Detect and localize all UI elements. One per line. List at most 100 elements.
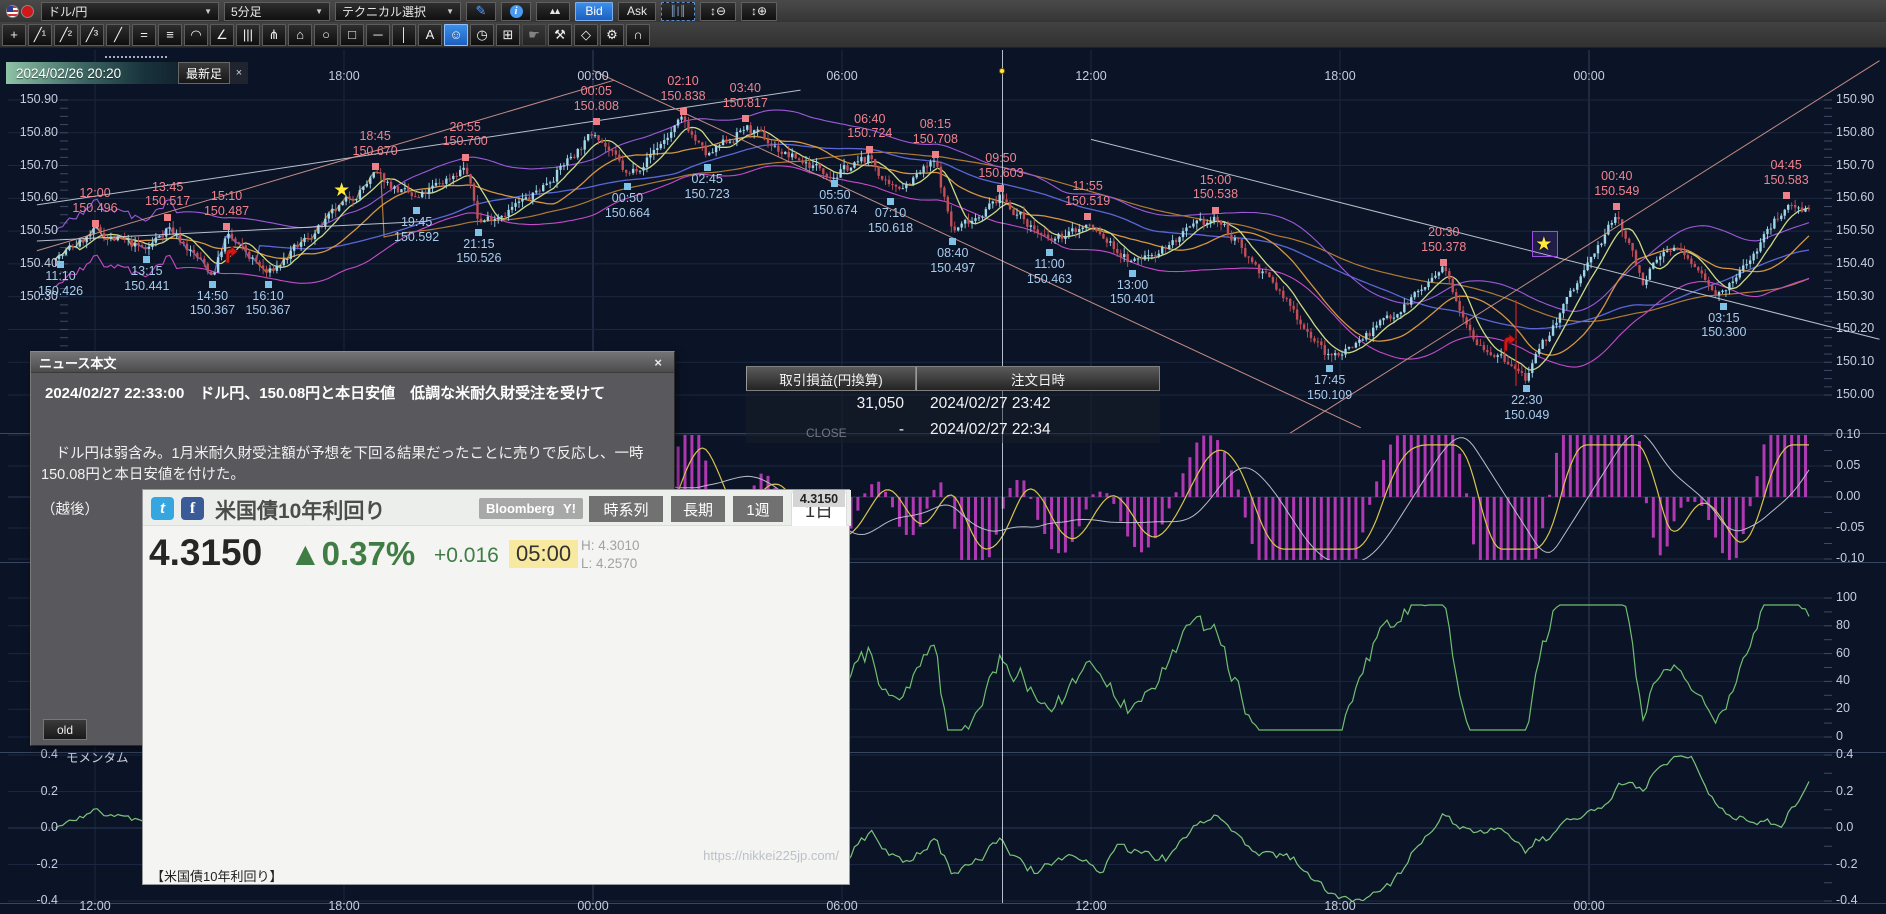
swing-low-annotation: 11:10150.426 [38,269,83,299]
time-axis-top-label: 18:00 [1324,69,1355,83]
swing-high-marker [593,118,600,125]
price-axis-left-label: 150.50 [10,223,58,237]
news-old-button[interactable]: old [43,719,87,740]
tool-eraser-button[interactable]: ◇ [574,24,598,46]
tool-parallel-lines-2-button[interactable]: = [132,24,156,46]
news-titlebar[interactable]: ニュース本文 × [31,352,674,373]
yield-chart-canvas [143,560,851,830]
table-row[interactable]: 31,0502024/02/27 23:42 [746,391,1160,417]
tool-pentagon-button[interactable]: ⌂ [288,24,312,46]
yield-watermark-url[interactable]: https://nikkei225jp.com/ [703,848,839,863]
main-toolbar: ドル/円 ▼ 5分足 ▼ テクニカル選択 ▼ ✎ i ▲▲ Bid Ask ║|… [0,0,1886,22]
zoom-in-button[interactable]: ↕⊕ [741,2,777,21]
swing-high-annotation: 03:40150.817 [723,81,768,111]
ask-button[interactable]: Ask [618,2,656,21]
tool-magnet-button[interactable]: ∩ [626,24,650,46]
swing-low-annotation: 22:30150.049 [1504,393,1549,423]
rectangle-icon: □ [348,28,356,41]
tool-text-button[interactable]: A [418,24,442,46]
tool-vertical-hatch-button[interactable]: ||| [236,24,260,46]
tool-trendline-2-button[interactable]: ╱² [54,24,78,46]
indicator3-axis-label: 80 [1836,618,1850,632]
tool-crosshair-button[interactable]: + [2,24,26,46]
magnet-icon: ∩ [633,28,642,41]
tool-tool-settings-button[interactable]: ⚙ [600,24,624,46]
facebook-icon[interactable]: f [181,497,204,520]
swing-high-annotation: 20:30150.378 [1421,225,1466,255]
hand-icon: ☛ [528,28,540,41]
indicator4-axis-label-left: -0.2 [20,857,58,871]
draw-pencil-button[interactable]: ✎ [466,2,496,21]
settings-wrench-icon: ⚒ [554,28,566,41]
swing-low-marker [1720,303,1727,310]
timeframe-select[interactable]: 5分足 ▼ [224,2,330,21]
bid-button[interactable]: Bid [575,2,613,21]
red-arrow-stamp-icon[interactable] [223,245,240,269]
tool-horizontal-line-button[interactable]: ─ [366,24,390,46]
latest-bar-button[interactable]: 最新足 [178,62,230,84]
swing-low-annotation: 21:15150.526 [456,237,501,267]
tab-time-series[interactable]: 時系列 [589,496,663,522]
pentagon-icon: ⌂ [296,28,304,41]
tool-icon-stamp-button[interactable]: ☺ [444,24,468,46]
tool-hand-button[interactable]: ☛ [522,24,546,46]
vertical-line-handle[interactable] [999,68,1005,74]
red-arrow-stamp-icon[interactable] [1501,333,1518,357]
news-headline: 2024/02/27 22:33:00 ドル円、150.08円と本日安値 低調な… [45,382,660,403]
swing-low-annotation: 03:15150.300 [1701,311,1746,341]
table-row[interactable]: -2024/02/27 22:34 [746,417,1160,443]
indicator2-axis-label: 0.05 [1836,458,1860,472]
indicator3-axis-label: 60 [1836,646,1850,660]
tab-long-term[interactable]: 長期 [671,496,725,522]
swing-low-marker [413,207,420,214]
chart-datetime-box: 2024/02/26 20:20 最新足 × [6,62,248,84]
chart-area[interactable]: 18:0000:0006:0012:0018:0000:0012:0018:00… [0,48,1886,914]
swing-high-marker [932,151,939,158]
tool-time-marker-button[interactable]: ◷ [470,24,494,46]
tool-ruler-button[interactable]: ╱ [106,24,130,46]
chart-datetime-label: 2024/02/26 20:20 [6,62,178,84]
swing-high-annotation: 15:10150.487 [204,189,249,219]
news-byline: （越後） [41,498,99,519]
tool-fan-lines-button[interactable]: ∠ [210,24,234,46]
swing-low-marker [1326,365,1333,372]
tool-arc-button[interactable]: ◠ [184,24,208,46]
tool-trendline-1-button[interactable]: ╱¹ [28,24,52,46]
tool-pitchfork-button[interactable]: ⋔ [262,24,286,46]
time-axis-bottom-label: 00:00 [1573,899,1604,913]
japan-flag-icon [21,5,34,18]
star-stamp-icon[interactable]: ★ [1535,235,1552,254]
info-button[interactable]: i [501,2,531,21]
tool-vertical-line-button[interactable]: │ [392,24,416,46]
news-close-icon[interactable]: × [650,355,666,370]
tool-copy-button[interactable]: ⊞ [496,24,520,46]
bloomberg-button[interactable]: Bloomberg [479,498,562,519]
indicator4-axis-label-left: 0.4 [20,747,58,761]
tool-ellipse-button[interactable]: ○ [314,24,338,46]
datebox-drag-handle[interactable] [105,56,167,58]
currency-pair-select[interactable]: ドル/円 ▼ [41,2,219,21]
tool-settings-icon: ⚙ [606,28,618,41]
swing-high-marker [1084,213,1091,220]
tool-settings-wrench-button[interactable]: ⚒ [548,24,572,46]
ask-label: Ask [627,4,647,18]
pnl-column-header[interactable]: 取引損益(円換算) [746,366,916,391]
star-stamp-icon[interactable]: ★ [333,181,350,200]
ellipse-icon: ○ [322,28,330,41]
vertical-hatch-icon: ||| [243,28,253,41]
info-icon: i [510,5,523,18]
tool-trendline-3-button[interactable]: ╱³ [80,24,104,46]
price-axis-right-label: 150.80 [1836,125,1874,139]
datebox-close-icon[interactable]: × [230,62,248,84]
candle-display-button[interactable]: ║|║ [661,2,695,21]
swing-high-annotation: 12:00150.496 [72,186,117,216]
twitter-icon[interactable]: t [151,497,174,520]
zoom-out-button[interactable]: ↕⊖ [700,2,736,21]
order-date-column-header[interactable]: 注文日時 [916,366,1160,391]
tab-1-week[interactable]: 1週 [733,496,783,522]
yahoo-button[interactable]: Y! [556,498,583,519]
technical-select[interactable]: テクニカル選択 ▼ [335,2,461,21]
tool-parallel-lines-3-button[interactable]: ≡ [158,24,182,46]
area-chart-button[interactable]: ▲▲ [536,2,570,21]
tool-rectangle-button[interactable]: □ [340,24,364,46]
